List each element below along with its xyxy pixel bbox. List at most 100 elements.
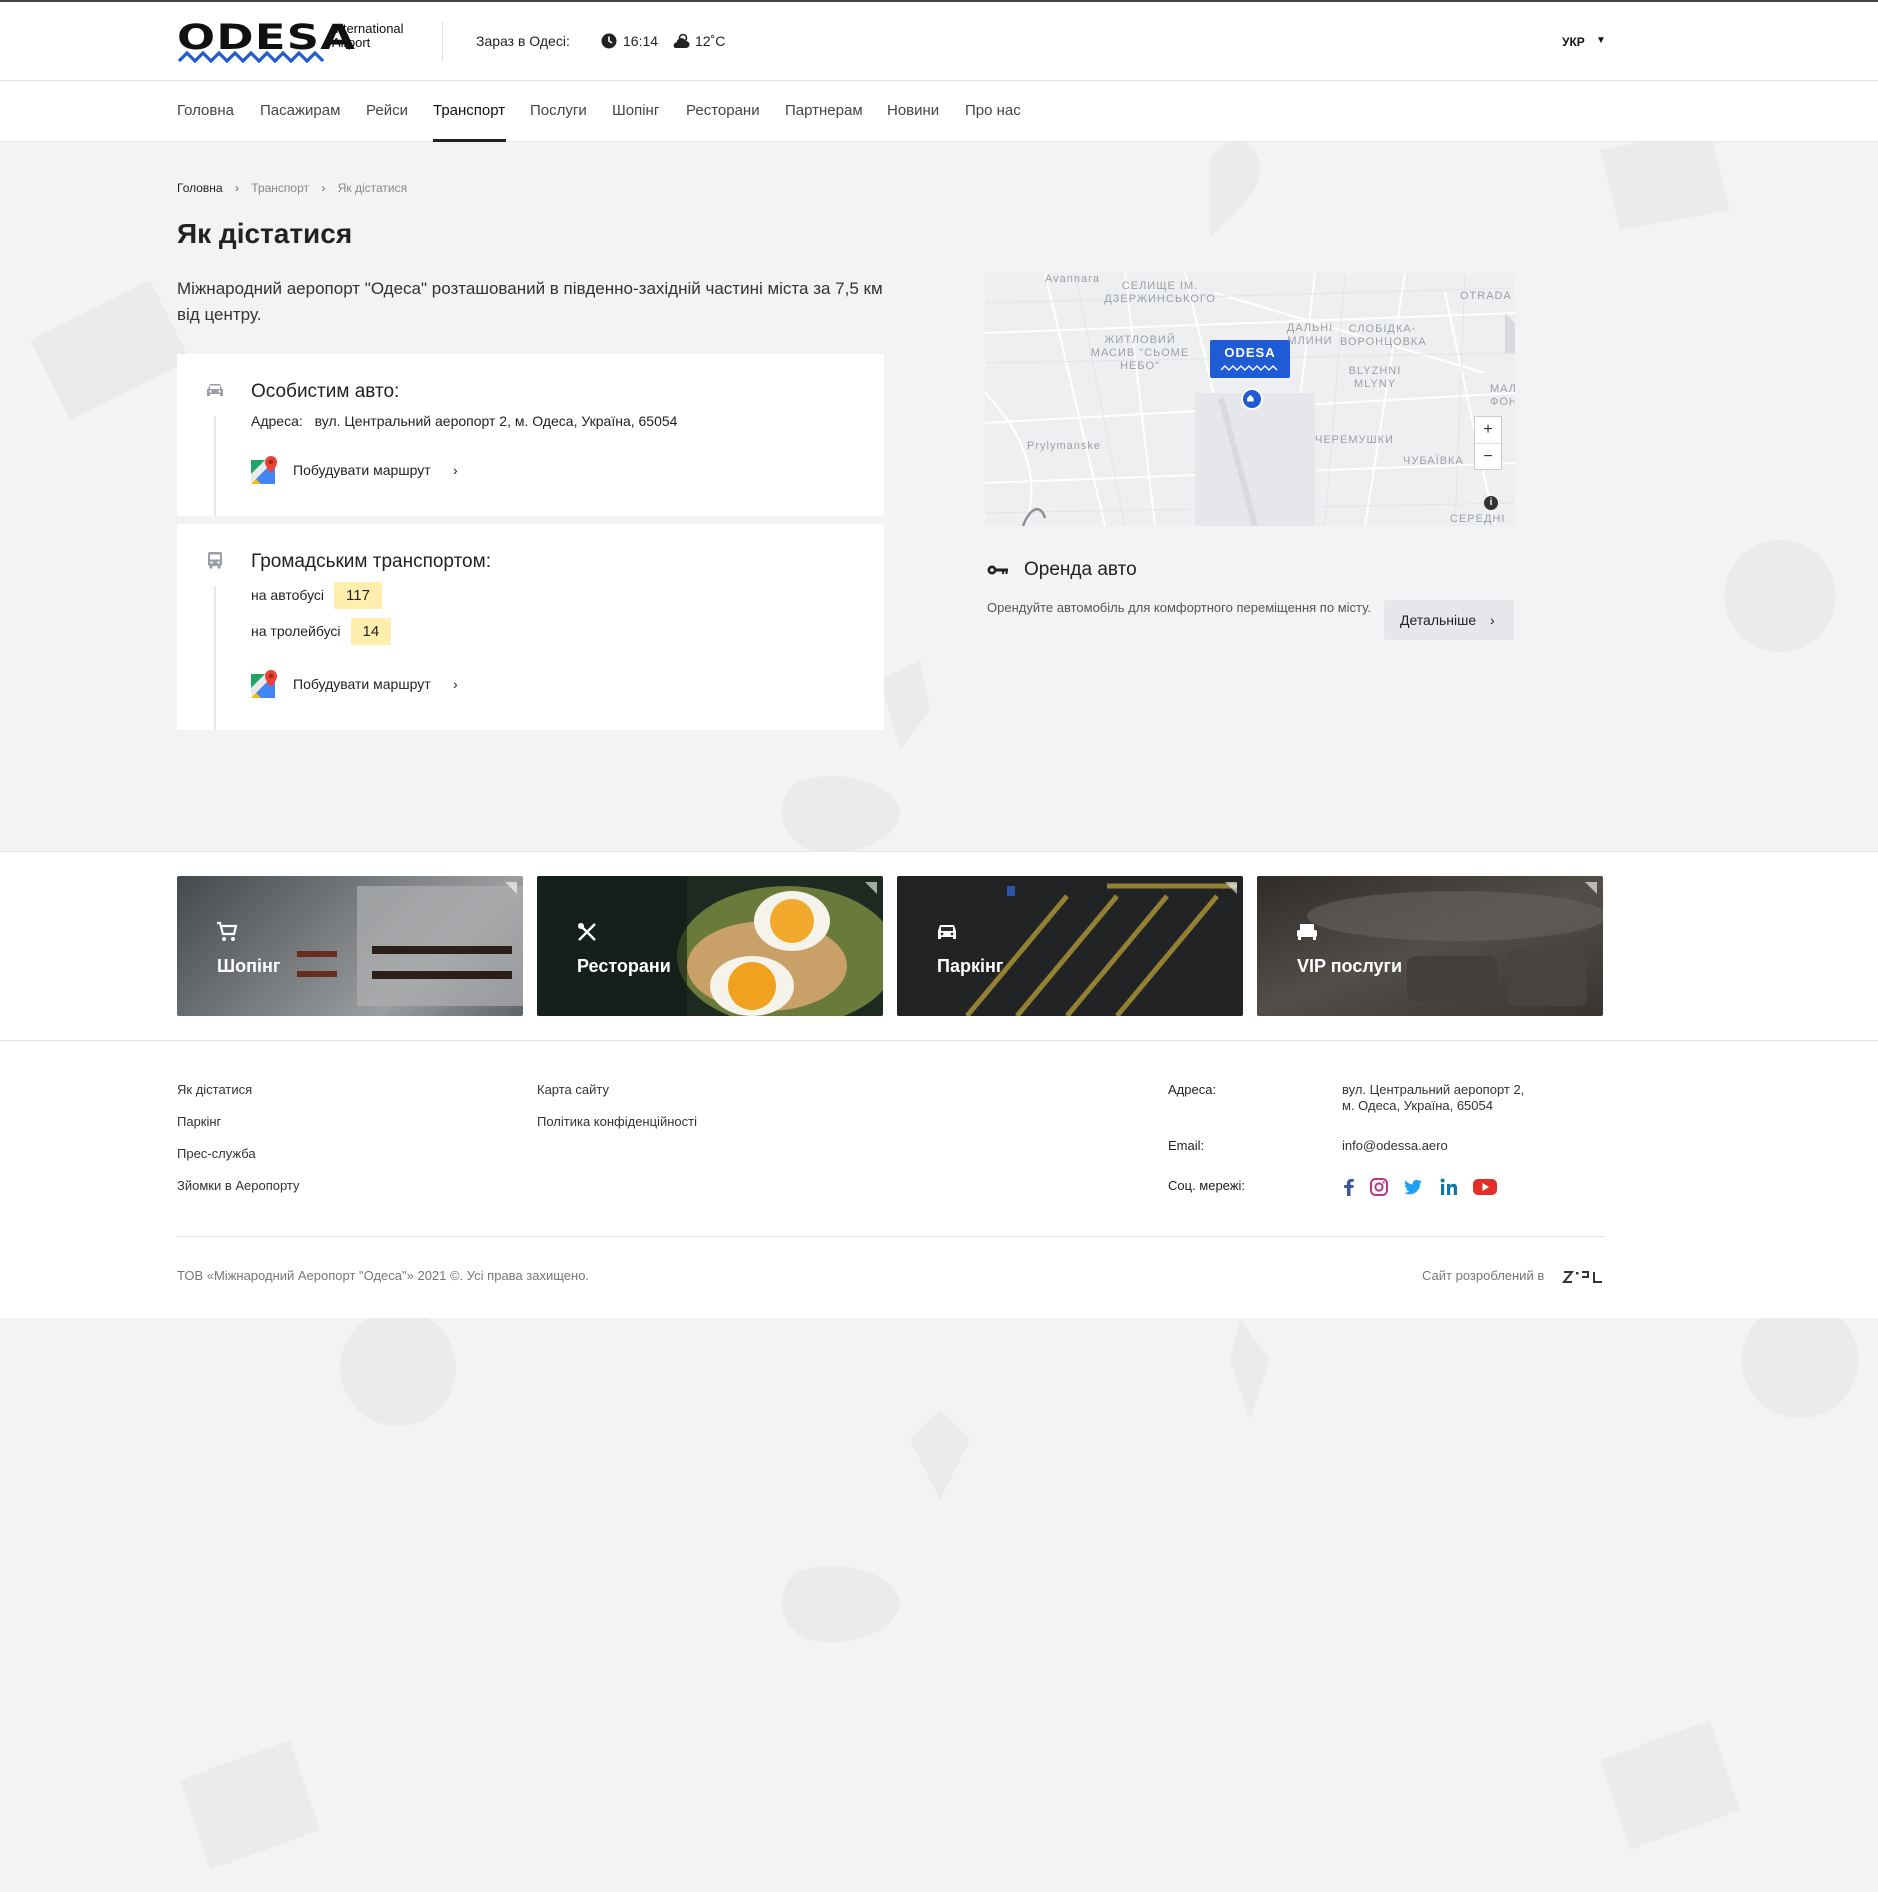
- parking-tile[interactable]: Паркінг: [897, 876, 1243, 1016]
- google-maps-icon: [251, 456, 277, 484]
- car-icon: [207, 384, 223, 396]
- card-rail: [214, 586, 216, 730]
- pin-wave-icon: [1220, 365, 1278, 371]
- cutlery-icon: [578, 923, 596, 941]
- header-divider: [442, 22, 443, 62]
- breadcrumb-separator-icon: ›: [321, 181, 326, 195]
- current-temperature: 12˚C: [695, 33, 726, 49]
- nav-item-restaurants[interactable]: Ресторани: [686, 102, 760, 119]
- breadcrumb-home[interactable]: Головна: [177, 181, 223, 195]
- route-label[interactable]: Побудувати маршрут: [293, 462, 431, 478]
- intro-text: Міжнародний аеропорт "Одеса" розташовани…: [177, 279, 883, 324]
- footer-link-press[interactable]: Прес-служба: [177, 1146, 256, 1161]
- footer-email-label: Email:: [1168, 1138, 1205, 1153]
- map-label: ЖИТЛОВИЙ МАСИВ "СЬОМЕ НЕБО": [1090, 334, 1190, 372]
- footer-email-link[interactable]: info@odessa.aero: [1342, 1138, 1448, 1154]
- footer-link-filming[interactable]: Зйомки в Аеропорту: [177, 1178, 300, 1193]
- trolleybus-label: на тролейбусі: [251, 623, 341, 639]
- nav-item-passengers[interactable]: Пасажирам: [260, 102, 340, 119]
- corner-fold-icon: [1225, 882, 1237, 894]
- header: ODESA International Airport Зараз в Одес…: [0, 2, 1878, 81]
- footer-address-line1: вул. Центральний аеропорт 2,: [1342, 1082, 1525, 1097]
- nav-item-news[interactable]: Новини: [887, 102, 939, 119]
- tile-label: Ресторани: [577, 956, 671, 976]
- footer-link-parking[interactable]: Паркінг: [177, 1114, 221, 1129]
- corner-fold-icon: [1585, 882, 1597, 894]
- button-label: Детальніше: [1400, 612, 1477, 628]
- linkedin-icon[interactable]: [1438, 1176, 1460, 1198]
- key-icon: [987, 565, 1008, 575]
- cloud-sun-icon: [673, 33, 690, 48]
- facebook-icon[interactable]: [1338, 1176, 1360, 1198]
- shopping-tile[interactable]: Шопінг: [177, 876, 523, 1016]
- location-map[interactable]: Avannara СЕЛИЩЕ ІМ. ДЗЕРЖИНСЬКОГО OTRADA…: [985, 273, 1515, 526]
- footer-link-sitemap[interactable]: Карта сайту: [537, 1082, 609, 1097]
- chevron-right-icon[interactable]: ›: [453, 462, 458, 478]
- nav-item-flights[interactable]: Рейси: [366, 102, 408, 119]
- developer-logo-icon[interactable]: [1562, 1268, 1604, 1288]
- footer-address-line2: м. Одеса, Україна, 65054: [1342, 1098, 1493, 1113]
- map-label: ЧУБАЇВКА: [1403, 455, 1464, 467]
- map-label: СЛОБІДКА-ВОРОНЦОВКА: [1340, 323, 1427, 348]
- car-rental-title: Оренда авто: [1024, 559, 1137, 580]
- nav-item-partners[interactable]: Партнерам: [785, 102, 863, 119]
- breadcrumb-separator-icon: ›: [234, 181, 239, 195]
- airport-map-pin[interactable]: ODESA: [1210, 340, 1290, 378]
- home-marker-icon[interactable]: [1241, 388, 1263, 410]
- instagram-icon[interactable]: [1368, 1176, 1390, 1198]
- vip-services-tile[interactable]: VIP послуги: [1257, 876, 1603, 1016]
- corner-fold-icon: [505, 882, 517, 894]
- cart-icon: [217, 921, 238, 941]
- page-title: Як дістатися: [177, 218, 353, 249]
- route-label[interactable]: Побудувати маршрут: [293, 676, 431, 692]
- footer-divider: [177, 1236, 1604, 1237]
- bus-row: на автобусі 117: [251, 582, 382, 609]
- sofa-icon: [1297, 924, 1317, 940]
- vip-lounge-image: [1257, 876, 1603, 1016]
- main-nav: Головна Пасажирам Рейси Транспорт Послуг…: [0, 82, 1878, 142]
- card-title: Громадським транспортом:: [251, 551, 491, 572]
- card-rail: [214, 416, 216, 516]
- breadcrumb-transport[interactable]: Транспорт: [251, 181, 309, 195]
- google-maps-icon: [251, 670, 277, 698]
- language-switcher[interactable]: УКР: [1562, 35, 1585, 49]
- youtube-icon[interactable]: [1472, 1176, 1498, 1198]
- developed-by-text: Сайт розроблений в: [1422, 1268, 1545, 1283]
- breadcrumb-current: Як дістатися: [337, 181, 408, 195]
- chevron-right-icon[interactable]: ›: [453, 676, 458, 692]
- car-rental-description: Орендуйте автомобіль для комфортного пер…: [987, 600, 1371, 615]
- nav-item-shopping[interactable]: Шопінг: [612, 102, 659, 119]
- more-details-button[interactable]: Детальніше ›: [1384, 600, 1514, 640]
- corner-fold-icon: [865, 882, 877, 894]
- nav-item-services[interactable]: Послуги: [530, 102, 587, 119]
- map-label: BLYZHNI MLYNY: [1348, 365, 1402, 390]
- tile-label: Шопінг: [217, 956, 281, 976]
- private-car-card: Особистим авто: Адреса: вул. Центральний…: [177, 354, 884, 516]
- map-label: Prylymanske: [1027, 440, 1101, 452]
- logo[interactable]: ODESA International Airport: [177, 20, 417, 68]
- zoom-out-button[interactable]: −: [1475, 443, 1501, 469]
- footer-link-privacy[interactable]: Політика конфіденційності: [537, 1114, 697, 1129]
- footer-link-how-to-get[interactable]: Як дістатися: [177, 1082, 252, 1097]
- footer: Як дістатися Паркінг Прес-служба Зйомки …: [0, 1042, 1878, 1318]
- copyright-text: ТОВ «Міжнародний Аеропорт "Одеса"» 2021 …: [177, 1268, 590, 1283]
- nav-item-home[interactable]: Головна: [177, 102, 234, 119]
- clock-icon: [601, 33, 617, 49]
- tile-label: Паркінг: [937, 956, 1004, 976]
- card-title: Особистим авто:: [251, 381, 400, 402]
- map-label: ЧЕРЕМУШКИ: [1315, 434, 1394, 446]
- logo-subtitle: International Airport: [332, 21, 404, 50]
- map-label: Avannara: [1045, 273, 1100, 285]
- top-border: [0, 0, 1878, 2]
- twitter-icon[interactable]: [1402, 1176, 1424, 1198]
- nav-item-transport[interactable]: Транспорт: [433, 102, 505, 119]
- services-strip: Шопінг Ресторани Паркінг VIP послуги: [0, 851, 1878, 1041]
- caret-down-icon[interactable]: ▼: [1596, 35, 1606, 46]
- zoom-in-button[interactable]: +: [1475, 417, 1501, 443]
- restaurants-tile[interactable]: Ресторани: [537, 876, 883, 1016]
- footer-address-label: Адреса:: [1168, 1082, 1217, 1097]
- bus-number-badge: 117: [334, 582, 382, 609]
- chevron-right-icon: ›: [1490, 612, 1495, 628]
- info-icon[interactable]: i: [1484, 496, 1498, 510]
- nav-item-about[interactable]: Про нас: [965, 102, 1021, 119]
